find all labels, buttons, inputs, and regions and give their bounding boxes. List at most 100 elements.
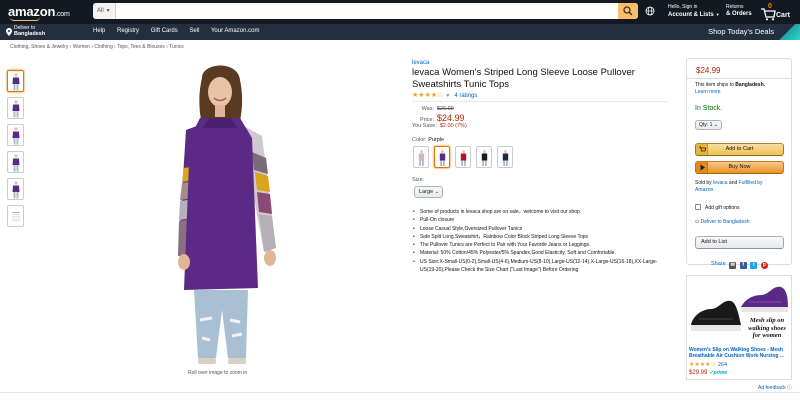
play-icon-box [696,162,708,173]
search-bar: All ▼ [93,3,638,19]
list-item: The Pullover Tunics are Perfect to Pair … [412,241,662,250]
add-to-list-label: Add to List [701,239,727,245]
main-product-image[interactable] [140,58,300,368]
add-to-cart-button[interactable]: Add to Cart [695,143,784,156]
account-label: Account & Lists [668,12,714,18]
deliver-to-link[interactable]: ⊙ Deliver to Bangladesh [695,219,750,225]
divider [412,101,667,102]
current-price-row: Price: $24.99 [412,113,465,123]
fulfilled-by-amazon-link[interactable]: Amazon. [695,187,715,193]
ad-rating: ★★★★☆ 264 [689,361,727,368]
swatch-image [502,150,509,166]
color-swatch[interactable] [455,146,471,168]
list-item: Loose Casual Style,Oversized Pullover Tu… [412,225,662,234]
was-price: $26.99 [437,106,454,112]
product-rating: ★★★★☆ ▼ 4 ratings [412,91,477,99]
checkbox-icon[interactable] [695,204,701,210]
quantity-label: Qty: [699,122,709,128]
sold-by-info: Sold by levaca and Fulfilled by Amazon. [695,180,785,194]
stock-status: In Stock. [695,105,723,112]
sub-nav: Deliver to Bangladesh Help Registry Gift… [0,24,800,40]
search-category-dropdown[interactable]: All ▼ [93,3,116,19]
fulfilled-by-link[interactable]: Fulfilled by [739,180,763,186]
ships-to-text: This item ships to [695,82,734,88]
todays-deals-link[interactable]: Shop Today's Deals [708,27,774,36]
account-menu[interactable]: Hello, Sign in Account & Lists ▼ [668,4,720,19]
star-rating-icon: ★★★★☆ [689,362,716,368]
search-button[interactable] [618,3,638,19]
buy-now-button[interactable]: Buy Now [695,161,784,174]
list-item: Pull-On closure [412,216,662,225]
buy-now-label: Buy Now [728,164,751,170]
color-swatch-selected[interactable] [434,146,450,168]
nav-links: Help Registry Gift Cards Sell Your Amazo… [93,28,269,34]
divider [0,392,800,393]
ratings-count-link[interactable]: 4 ratings [454,93,477,99]
gallery-thumbnail[interactable] [7,178,24,200]
color-swatch[interactable] [497,146,513,168]
list-item: Some of products in levaca shop are on s… [412,208,662,217]
nav-link-registry[interactable]: Registry [117,28,139,34]
ad-title-link[interactable]: Women's Slip on Walking Shoes - Mesh Bre… [689,347,789,359]
globe-icon[interactable] [645,6,655,16]
was-price-row: Was: $26.99 [412,106,454,112]
brand-link[interactable]: levaca [412,60,429,66]
deals-banner-graphic [778,24,800,40]
breadcrumb[interactable]: Clothing, Shoes & Jewelry › Women › Clot… [10,44,184,50]
swatch-image [418,150,425,166]
deliver-to-country: Bangladesh [14,31,46,37]
info-icon: ⓘ [787,385,793,391]
gallery-thumbnail[interactable] [7,97,24,119]
gallery-thumbnail[interactable] [7,151,24,173]
gallery-thumbnail[interactable] [7,70,24,92]
facebook-icon[interactable]: f [739,262,747,269]
savings-label: You Save: [412,123,437,129]
thumbnail-image [12,73,20,91]
deliver-to-text: Deliver to Bangladesh [700,219,750,225]
returns-label: Returns [726,4,744,10]
selected-color: Purple [428,137,445,143]
star-rating-icon[interactable]: ★★★★☆ [412,92,443,99]
seller-link[interactable]: levaca [713,180,727,186]
pinterest-icon[interactable]: p [760,262,768,269]
search-input[interactable] [116,3,616,19]
account-greeting: Hello, Sign in [668,4,698,10]
size-chart-thumbnail[interactable] [7,205,24,227]
caret-down-icon: ⌄ [434,189,439,195]
share-label: Share [711,261,726,267]
list-item: Material: 50% Cotton/45% Polyester/5% Sp… [412,249,662,258]
returns-orders-link[interactable]: Returns & Orders [726,4,752,18]
quantity-dropdown[interactable]: Qty: 1 ⌄ [695,120,722,130]
nav-link-your-amazon[interactable]: Your Amazon.com [211,28,259,34]
caret-down-icon: ▼ [105,8,111,14]
cart-icon [699,146,706,152]
color-swatch[interactable] [476,146,492,168]
thumbnail-image [12,127,20,145]
current-price: $24.99 [437,113,465,123]
divider [687,78,791,79]
twitter-icon[interactable]: t [750,262,758,269]
ad-feedback-link[interactable]: Ad feedback ⓘ [758,384,792,391]
color-swatch[interactable] [413,146,429,168]
thumbnail-image [12,154,20,172]
learn-more-link[interactable]: Learn more [695,89,721,95]
size-dropdown[interactable]: Large ⌄ [414,186,443,198]
list-item: Side Split Long Sweatshirt，Rainbow Color… [412,233,662,242]
add-to-cart-label: Add to Cart [725,146,754,152]
gallery-thumbnail[interactable] [7,124,24,146]
nav-link-sell[interactable]: Sell [189,28,199,34]
orders-label: & Orders [726,11,752,17]
nav-link-gift-cards[interactable]: Gift Cards [151,28,178,34]
gift-options-checkbox[interactable]: Add gift options [695,204,739,211]
add-to-list-button[interactable]: Add to List [695,236,784,249]
color-label-text: Color: [412,137,427,143]
cart-button[interactable]: 0 Cart [760,3,796,21]
caret-down-icon[interactable]: ▼ [445,93,450,99]
was-label: Was: [421,106,434,112]
email-icon[interactable]: ✉ [729,262,737,269]
nav-link-help[interactable]: Help [93,28,105,34]
ad-rating-count[interactable]: 264 [718,362,727,368]
location-pin-icon: ⊙ [695,219,700,225]
caret-down-icon: ▼ [715,12,720,17]
ad-price: $29.99 ✓prime [689,370,727,376]
